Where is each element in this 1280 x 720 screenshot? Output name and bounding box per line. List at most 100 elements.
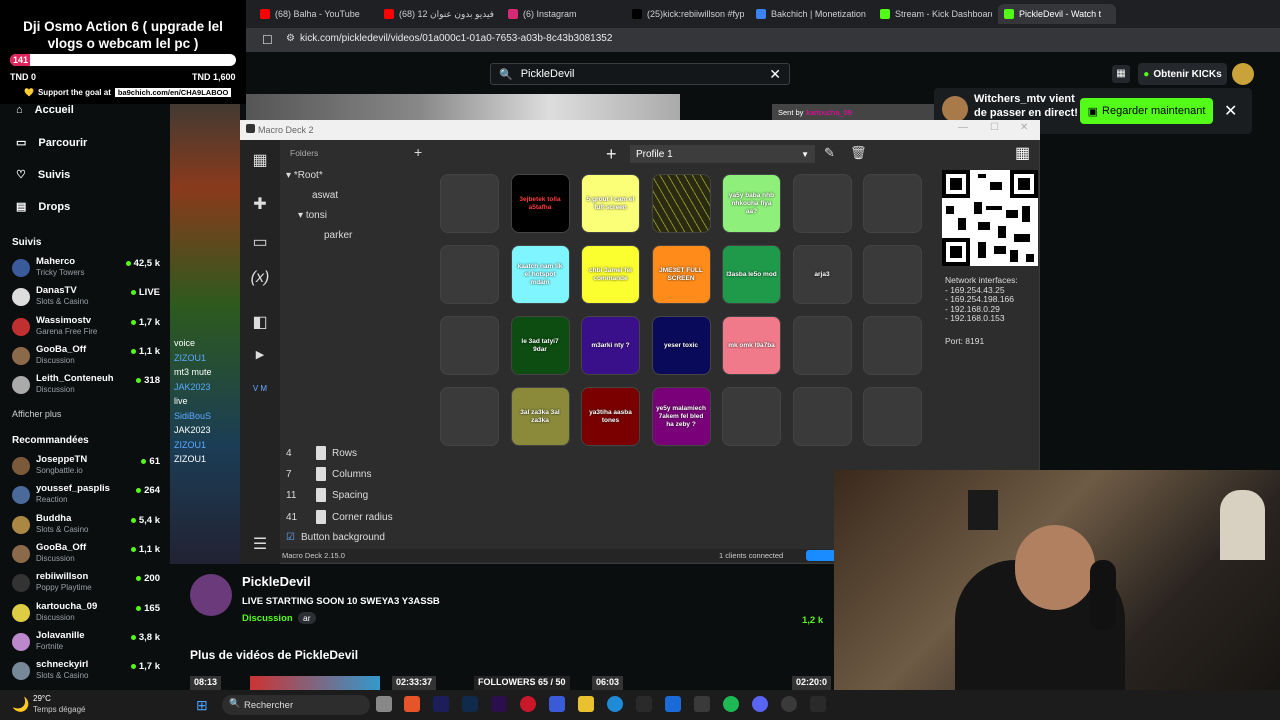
- show-more-link[interactable]: Afficher plus: [12, 409, 61, 419]
- macro-button[interactable]: ya3tiha aasba tones: [581, 387, 640, 446]
- channel-item[interactable]: Jolavanille Fortnite 3,8 k: [12, 630, 162, 658]
- gift-icon[interactable]: ▦: [1112, 65, 1130, 83]
- brave-icon[interactable]: [404, 696, 420, 712]
- weather-temp[interactable]: 29°C: [33, 694, 51, 703]
- qr-code-icon[interactable]: ▦: [1015, 143, 1030, 163]
- corner-radius-setting[interactable]: 41 Corner radius: [286, 510, 393, 524]
- site-info-icon[interactable]: ⚙: [286, 33, 295, 44]
- task-view-icon[interactable]: [376, 696, 392, 712]
- macro-button[interactable]: m3arki nty ?: [581, 316, 640, 375]
- browser-tab[interactable]: (6) Instagram: [502, 4, 620, 24]
- plugins-icon[interactable]: ✚: [248, 192, 272, 216]
- channel-item[interactable]: Leith_Conteneuh Discussion 318: [12, 373, 162, 401]
- browser-tab[interactable]: Stream - Kick Dashboard: [874, 4, 992, 24]
- stream-category[interactable]: Discussion: [242, 613, 293, 624]
- nav-parcourir[interactable]: ▭ Parcourir: [16, 136, 87, 150]
- store-icon[interactable]: [636, 696, 652, 712]
- channel-item[interactable]: JoseppeTN Songbattle.io 61: [12, 454, 162, 482]
- channel-item[interactable]: GooBa_Off Discussion 1,1 k: [12, 542, 162, 570]
- channel-item[interactable]: Wassimostv Garena Free Fire 1,7 k: [12, 315, 162, 343]
- macro-button[interactable]: [863, 316, 922, 375]
- user-avatar[interactable]: [1232, 63, 1254, 85]
- macro-button[interactable]: [440, 316, 499, 375]
- devices-icon[interactable]: ▭: [248, 230, 272, 254]
- video-thumb-time[interactable]: 02:20:0: [792, 676, 832, 690]
- opera-icon[interactable]: [520, 696, 536, 712]
- spacing-value[interactable]: 11: [286, 490, 310, 501]
- minimize-icon[interactable]: —: [958, 122, 968, 133]
- add-folder-icon[interactable]: +: [414, 144, 422, 160]
- macro-button[interactable]: yeser toxic: [651, 316, 711, 375]
- video-thumb-time[interactable]: 06:03: [592, 676, 624, 690]
- video-thumb-time[interactable]: 02:33:37: [392, 676, 437, 690]
- premiere-icon[interactable]: [433, 696, 449, 712]
- spacing-setting[interactable]: 11 Spacing: [286, 488, 368, 502]
- columns-setting[interactable]: 7 Columns: [286, 467, 371, 481]
- edit-icon[interactable]: ✎: [824, 145, 835, 161]
- folder-tonsi[interactable]: ▾ tonsi: [298, 210, 327, 221]
- taskbar-search[interactable]: Rechercher: [222, 695, 370, 715]
- macro-button[interactable]: chbi 3amel fel commande: [581, 245, 640, 304]
- browser-tab[interactable]: (25)kick:rebiiwillson #fyp: [626, 4, 744, 24]
- button-background-setting[interactable]: ☑ Button background: [286, 532, 385, 543]
- channel-item[interactable]: rebiiwillson Poppy Playtime 200: [12, 571, 162, 599]
- file-explorer-icon[interactable]: [578, 696, 594, 712]
- add-profile-icon[interactable]: +: [606, 144, 617, 165]
- macro-button[interactable]: [863, 387, 922, 446]
- browser-tab[interactable]: PickleDevil - Watch t: [998, 4, 1116, 24]
- folder-aswat[interactable]: aswat: [312, 190, 338, 201]
- app-icon[interactable]: [810, 696, 826, 712]
- video-thumbnail[interactable]: [250, 676, 380, 690]
- nav-drops[interactable]: ▤ Drops: [16, 200, 70, 214]
- browser-tab[interactable]: Bakchich | Monetization: [750, 4, 868, 24]
- macro-button[interactable]: [651, 174, 711, 233]
- channel-item[interactable]: GooBa_Off Discussion 1,1 k: [12, 344, 162, 372]
- rows-value[interactable]: 4: [286, 448, 310, 459]
- channel-item[interactable]: DanasTV Slots & Casino LIVE: [12, 285, 162, 313]
- bookmark-icon[interactable]: ☐: [262, 33, 273, 47]
- macro-button[interactable]: arja3: [792, 245, 852, 304]
- streamer-avatar[interactable]: [190, 574, 232, 616]
- macro-button[interactable]: ye5y malamiech 7akem fel bled ha zeby ?: [651, 387, 711, 446]
- edge-icon[interactable]: [607, 696, 623, 712]
- channel-item[interactable]: youssef_pasplis Reaction 264: [12, 483, 162, 511]
- url-text[interactable]: kick.com/pickledevil/videos/01a000c1-01a…: [300, 33, 612, 44]
- maximize-icon[interactable]: ☐: [990, 122, 999, 133]
- settings-sliders-icon[interactable]: ☰: [248, 532, 272, 556]
- window-close-icon[interactable]: ✕: [1020, 122, 1028, 133]
- rows-setting[interactable]: 4 Rows: [286, 446, 357, 460]
- spacing-spinner[interactable]: [316, 488, 326, 502]
- browser-tab[interactable]: (68) Balha - YouTube: [254, 4, 372, 24]
- app-icon[interactable]: [549, 696, 565, 712]
- close-icon[interactable]: ✕: [1224, 101, 1237, 121]
- rows-spinner[interactable]: [316, 446, 326, 460]
- video-thumb-time[interactable]: 08:13: [190, 676, 222, 690]
- macro-button[interactable]: JME3ET FULL SCREEN: [651, 245, 711, 304]
- obs-icon[interactable]: [781, 696, 797, 712]
- nav-accueil[interactable]: ⌂ Accueil: [16, 104, 74, 116]
- macro-button[interactable]: [863, 174, 922, 233]
- macro-button[interactable]: [440, 245, 499, 304]
- macro-button[interactable]: 3al za3ka 3al za3ka: [510, 387, 570, 446]
- macro-button[interactable]: l3asba le5o mod: [722, 245, 781, 304]
- nav-suivis[interactable]: ♡ Suivis: [16, 168, 70, 182]
- get-kicks-button[interactable]: ● Obtenir KICKs: [1138, 63, 1227, 85]
- vm-icon[interactable]: V M: [248, 376, 272, 400]
- streamer-name[interactable]: PickleDevil: [242, 574, 311, 589]
- announcements-icon[interactable]: ◧: [248, 310, 272, 334]
- columns-spinner[interactable]: [316, 467, 326, 481]
- macro-button[interactable]: 3ejbetek tolla a5tafha: [510, 174, 570, 233]
- folder-root[interactable]: ▾ *Root*: [286, 170, 323, 181]
- macro-button[interactable]: kaatch nam lik el hotspot mdam: [510, 245, 570, 304]
- corner-radius-spinner[interactable]: [316, 510, 326, 524]
- columns-value[interactable]: 7: [286, 469, 310, 480]
- trash-icon[interactable]: 🗑: [850, 145, 867, 161]
- folder-parker[interactable]: parker: [324, 230, 352, 241]
- macro-button[interactable]: [792, 174, 852, 233]
- discord-icon[interactable]: [752, 696, 768, 712]
- macro-button[interactable]: [440, 387, 499, 446]
- search-input[interactable]: 🔍 PickleDevil ✕: [490, 63, 790, 85]
- channel-item[interactable]: Maherco Tricky Towers 42,5 k: [12, 256, 162, 284]
- play-icon[interactable]: ▶: [248, 342, 272, 366]
- macro-button[interactable]: le 3ad tatyi7 9dar: [510, 316, 570, 375]
